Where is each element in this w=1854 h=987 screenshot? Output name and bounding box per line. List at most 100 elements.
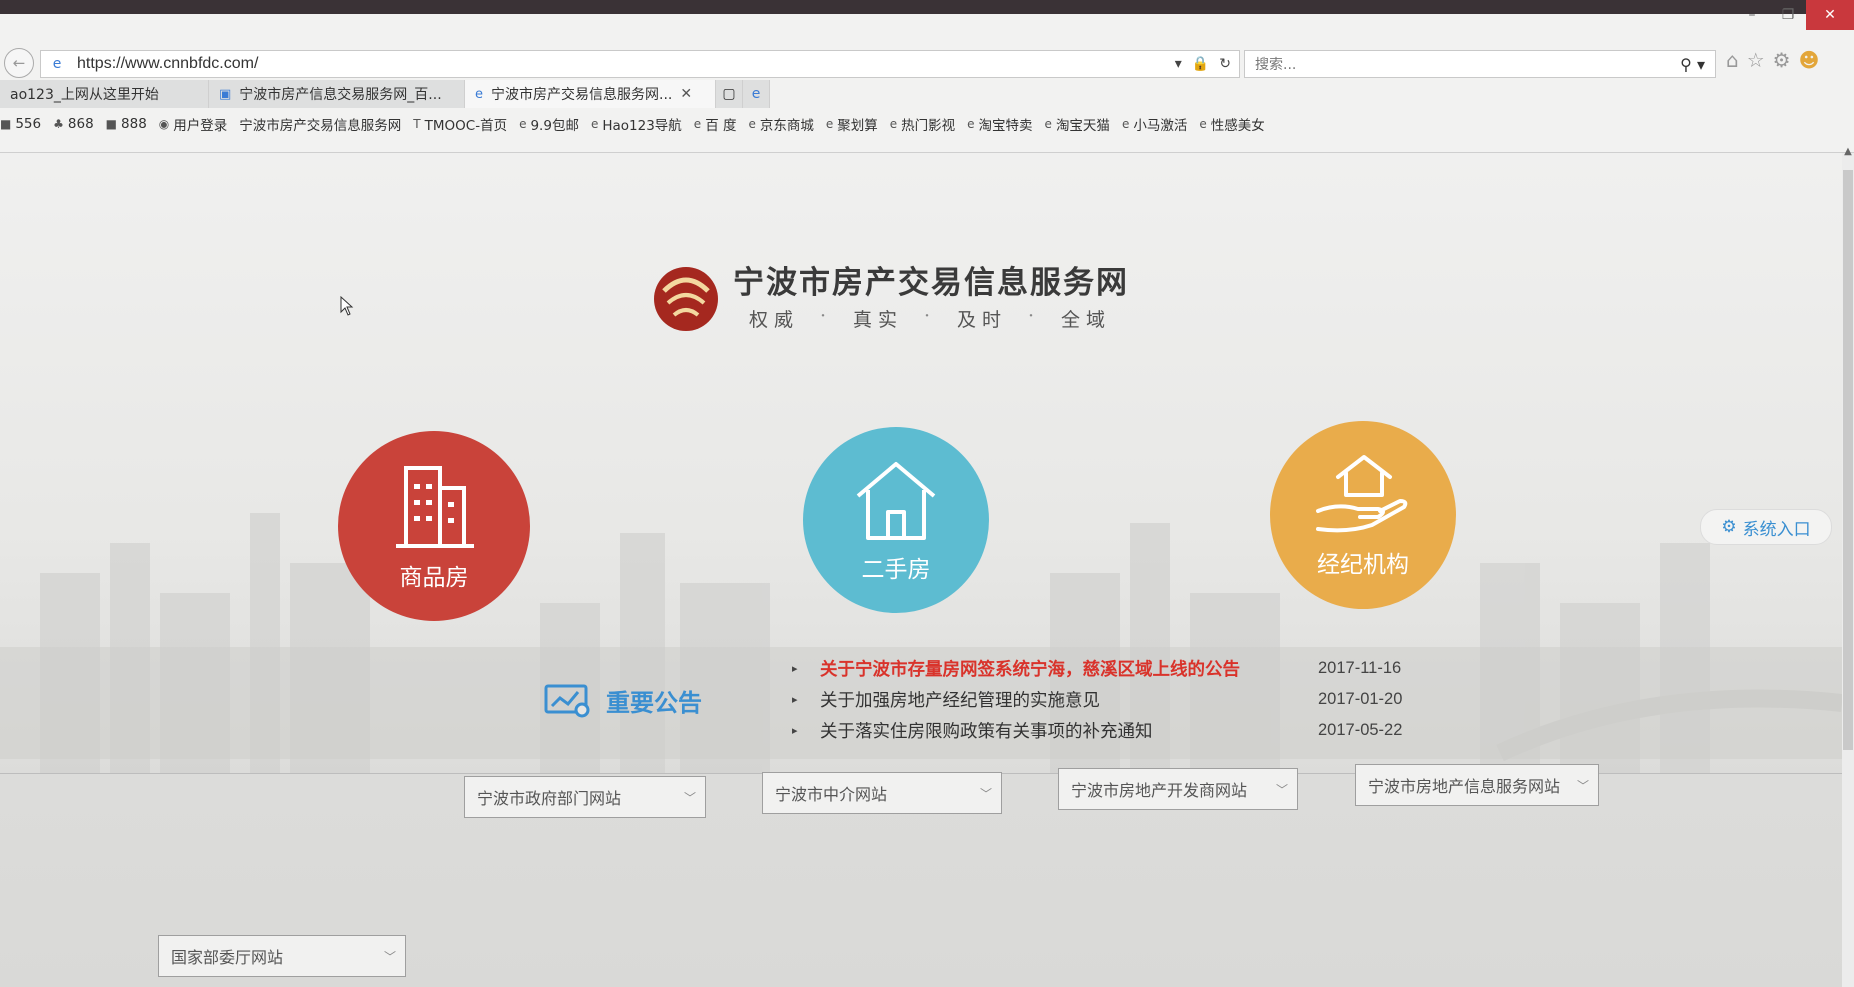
address-bar[interactable]: e https://www.cnnbfdc.com/ ▾ 🔒 ↻ [40,50,1240,78]
favorite-icon: e [1121,117,1130,131]
tab-hao123[interactable]: ao123_上网从这里开始 [0,80,209,108]
chevron-down-icon: ﹀ [683,790,696,805]
hand-house-icon [1316,455,1408,533]
favorite-label: 京东商城 [759,118,814,134]
minimize-button[interactable]: – [1734,0,1770,30]
search-box[interactable]: 搜索... ⚲ ▾ [1244,50,1716,78]
dropdown-icon[interactable]: ▾ [1175,56,1182,72]
tab-active[interactable]: e 宁波市房产交易信息服务网... ✕ [465,80,716,108]
notice-date: 2017-01-20 [1318,690,1403,708]
favorite-item[interactable]: ■ 888 [106,116,147,132]
favorite-item[interactable]: e 淘宝天猫 [1045,114,1110,134]
favorite-label: 用户登录 [173,118,228,134]
window-controls: – ❐ ✕ [1734,0,1854,30]
chevron-down-icon: ﹀ [383,949,396,964]
favorite-item[interactable]: e 性感美女 [1199,114,1264,134]
slogan-word: 真 实 [852,309,898,331]
scroll-up-icon[interactable]: ▲ [1842,146,1854,157]
house-icon [856,462,936,540]
maximize-button[interactable]: ❐ [1770,0,1806,30]
favorite-label: Hao123导航 [602,118,682,134]
second-hand-house-button[interactable]: 二手房 [803,427,989,613]
favorite-icon: e [1199,117,1207,131]
site-slogan: 权 威 · 真 实 · 及 时 · 全 域 [740,305,1114,332]
favorite-label: 百 度 [705,118,737,134]
favorite-icon: e [590,117,599,131]
site-logo [654,267,718,331]
agency-sites-select[interactable]: 宁波市中介网站 ﹀ [762,772,1002,814]
favorite-icon: T [413,117,421,131]
close-button[interactable]: ✕ [1806,0,1854,30]
favorite-label: 888 [121,116,147,132]
slogan-word: 全 域 [1060,309,1106,331]
select-value: 宁波市房地产开发商网站 [1071,781,1248,800]
search-icon[interactable]: ⚲ ▾ [1680,55,1705,74]
favorite-icon: ♣ [53,117,64,131]
favorite-item[interactable]: e 小马激活 [1122,114,1187,134]
favorite-label: 淘宝特卖 [978,118,1033,134]
smiley-icon[interactable]: ☻ [1799,48,1820,72]
favorite-item[interactable]: e 淘宝特卖 [967,114,1032,134]
notice-header: 重要公告 [544,683,702,718]
favorite-item[interactable]: e Hao123导航 [591,114,682,134]
info-service-sites-select[interactable]: 宁波市房地产信息服务网站 ﹀ [1355,764,1599,806]
select-value: 宁波市中介网站 [775,785,888,804]
chart-monitor-icon [544,684,590,717]
ie-icon: e [475,86,483,102]
star-icon[interactable]: ☆ [1747,48,1765,72]
favorite-icon: e [693,117,702,131]
new-house-button[interactable]: 商品房 [338,431,530,621]
favorite-item[interactable]: ♣ 868 [53,116,94,132]
developer-sites-select[interactable]: 宁波市房地产开发商网站 ﹀ [1058,768,1298,810]
favorite-item[interactable]: e 热门影视 [890,114,955,134]
mouse-cursor-icon [340,296,354,316]
favorite-item[interactable]: ◉ 用户登录 [159,114,227,134]
favorite-item[interactable]: 宁波市房产交易信息服务网 [239,114,401,134]
favorite-label: 淘宝天猫 [1055,118,1110,134]
favorite-item[interactable]: e 9.9包邮 [519,114,579,134]
browser-chrome: ← e https://www.cnnbfdc.com/ ▾ 🔒 ↻ 搜索...… [0,14,1854,153]
scrollbar-thumb[interactable] [1843,170,1853,750]
home-icon[interactable]: ⌂ [1726,48,1739,72]
agency-button[interactable]: 经纪机构 [1270,421,1456,609]
new-tab-icon: ▢ [722,86,736,102]
ie-icon: e [751,86,761,102]
tab-close-icon[interactable]: ✕ [680,86,692,102]
window-top-strip [0,0,1854,14]
new-tab-button[interactable]: ▢ [716,80,743,108]
chevron-down-icon: ﹀ [979,786,992,801]
favorite-item[interactable]: ■ 556 [0,116,41,132]
select-value: 宁波市房地产信息服务网站 [1368,777,1561,796]
bullet-icon: ▸ [792,724,798,737]
favorite-item[interactable]: e 聚划算 [826,114,878,134]
tab-baidu-result[interactable]: ▣ 宁波市房产信息交易服务网_百... [209,80,465,108]
notice-item[interactable]: ▸ 关于加强房地产经纪管理的实施意见 2017-01-20 [792,684,1552,715]
notice-text[interactable]: 关于加强房地产经纪管理的实施意见 [820,687,1318,712]
favorite-label: 9.9包邮 [530,118,579,134]
select-value: 宁波市政府部门网站 [477,789,622,808]
favorite-icon: ■ [0,117,12,131]
system-entry-button[interactable]: ⚙ 系统入口 [1700,509,1832,545]
back-button[interactable]: ← [4,48,34,78]
notice-title: 重要公告 [606,689,702,717]
favorites-bar: ■ 556 ♣ 868 ■ 888 ◉ 用户登录 宁波市房产交易信息服务网 T TMOOC-首页 e 9… [0,112,1277,136]
notice-text[interactable]: 关于宁波市存量房网签系统宁海，慈溪区域上线的公告 [820,656,1318,681]
search-input[interactable]: 搜索... [1255,54,1680,74]
favorite-item[interactable]: e百 度 [694,114,737,134]
gov-dept-sites-select[interactable]: 宁波市政府部门网站 ﹀ [464,776,706,818]
bullet-icon: ▸ [792,693,798,706]
notice-item[interactable]: ▸ 关于落实住房限购政策有关事项的补充通知 2017-05-22 [792,715,1552,746]
notice-item[interactable]: ▸ 关于宁波市存量房网签系统宁海，慈溪区域上线的公告 2017-11-16 [792,653,1552,684]
url-text[interactable]: https://www.cnnbfdc.com/ [77,55,1175,73]
favorite-icon: e [519,117,527,131]
lock-icon[interactable]: 🔒 [1192,56,1209,72]
favorite-item[interactable]: T TMOOC-首页 [413,114,507,134]
favorite-label: TMOOC-首页 [424,118,508,134]
ministry-sites-select[interactable]: 国家部委厅网站 ﹀ [158,935,406,977]
refresh-icon[interactable]: ↻ [1219,56,1231,72]
notice-text[interactable]: 关于落实住房限购政策有关事项的补充通知 [820,718,1318,743]
gear-icon[interactable]: ⚙ [1773,48,1791,72]
favorite-icon: e [889,117,898,131]
favorite-item[interactable]: e 京东商城 [748,114,813,134]
ie-tab-button[interactable]: e [743,80,770,108]
